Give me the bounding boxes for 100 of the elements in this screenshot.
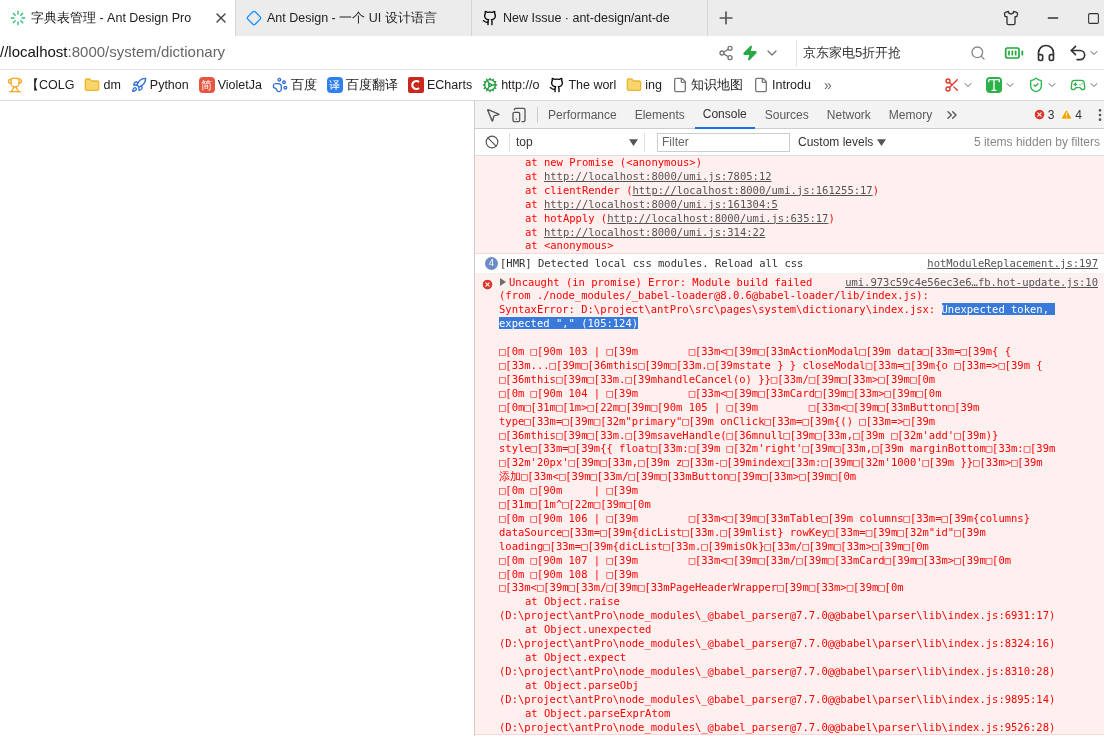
console-text: ) <box>828 211 835 224</box>
text-tool-icon[interactable] <box>986 77 1002 93</box>
undo-icon[interactable] <box>1068 42 1088 63</box>
bookmark[interactable]: Introdu <box>748 73 816 97</box>
bookmark[interactable]: 百度 <box>267 73 322 97</box>
bookmark[interactable]: 简 VioletJa <box>193 73 267 97</box>
source-link[interactable]: http://localhost:8000/umi.js:161304:5 <box>543 197 778 210</box>
devtools-tab[interactable]: Console <box>694 100 755 129</box>
console-text: □[33m...□[39m□[36mthis□[39m□[33m.□[39mstate } } closeModal□[33m=□[39m{o □[33m=>□[39m { <box>499 358 1043 371</box>
console-text: at <box>525 225 539 238</box>
bookmark[interactable]: 【COLG <box>2 73 80 97</box>
devtools-tab[interactable]: Sources <box>756 100 817 129</box>
source-link[interactable]: umi.973c59c4e56ec3e6…fb.hot-update.js:10 <box>845 275 1098 290</box>
device-toolbar-icon[interactable] <box>511 106 527 123</box>
gear-icon <box>482 77 499 93</box>
expand-triangle-icon[interactable] <box>499 278 507 287</box>
error-count[interactable]: 3 <box>1047 105 1055 124</box>
page-icon <box>672 77 688 93</box>
address-bar[interactable]: //localhost:8000/system/dictionary <box>0 41 718 64</box>
console-text: □[36mthis□[39m□[33m.□[39mhandleCancel(o) }}□[33m/□[39m□[33m>□[39m□[0m <box>499 372 936 385</box>
repeat-count: 4 <box>485 257 498 271</box>
c-logo-icon <box>408 77 424 93</box>
page-icon <box>753 77 769 93</box>
log-levels-dropdown[interactable]: Custom levels <box>798 133 887 151</box>
devtools-tab[interactable]: Performance <box>540 100 625 129</box>
console-text: (D:\project\antPro\node_modules\_@babel_parser@7.7.0@@babel\parser\lib\index.js:6931:17) <box>499 609 1056 622</box>
bookmark[interactable]: 译 百度翻译 <box>322 73 403 97</box>
folder-icon <box>84 77 101 93</box>
tab-title: 字典表管理 - Ant Design Pro <box>31 9 193 27</box>
console-text: (D:\project\antPro\node_modules\_@babel_parser@7.7.0@@babel\parser\lib\index.js:8310:28) <box>499 664 1056 677</box>
devtools-tab[interactable]: Network <box>818 100 879 129</box>
scissors-icon[interactable] <box>944 77 960 93</box>
selected-text: Unexpected token, <box>941 303 1056 316</box>
hidden-items-note: 5 items hidden by filters <box>973 134 1100 151</box>
console-text: at new Promise (<anonymous>) <box>525 156 702 168</box>
shirt-icon[interactable] <box>1003 10 1019 26</box>
rocket-icon <box>130 77 147 93</box>
bookmark[interactable]: ing <box>621 73 667 97</box>
source-link[interactable]: hotModuleReplacement.js:197 <box>927 255 1098 272</box>
console-text: dataSource□[33m=□[39m{dicList□[33m.□[39mlist} rowKey□[33m=□[39m□[32m"id"□[39m <box>499 525 986 538</box>
console-text: 添加□[33m<□[39m□[33m/□[39m□[33mButton□[39m□[33m>□[39m□[0m <box>499 470 857 483</box>
console-text: at <anonymous> <box>525 239 614 252</box>
bookmark[interactable]: The worl <box>544 73 622 97</box>
paw-icon <box>272 77 288 93</box>
source-link[interactable]: http://localhost:8000/umi.js:635:17 <box>607 211 829 224</box>
bookmark[interactable]: Python <box>125 73 194 97</box>
bookmark[interactable]: ECharts <box>403 73 478 97</box>
context-select[interactable]: top <box>509 132 645 152</box>
console-text: at <box>525 169 539 182</box>
inspect-icon[interactable] <box>485 106 501 123</box>
clear-console-icon[interactable] <box>485 135 499 149</box>
badge-icon: 简 <box>198 77 215 93</box>
error-icon <box>1032 108 1046 121</box>
console-text: style□[33m=□[39m{{ float□[33m:□[39m □[32m'right'□[39m□[33m,□[39m marginBottom□[33m:□[39m <box>499 442 1056 455</box>
github-icon <box>482 10 498 26</box>
share-icon[interactable] <box>718 44 734 61</box>
console-text: at Object.expect <box>525 651 627 663</box>
devtools-tab[interactable]: Memory <box>880 100 941 129</box>
bookmark[interactable]: http://o <box>477 73 545 97</box>
console-text: □[0m □[90m 103 | □[39m □[33m<□[39m□[33mActionModal□[39m data□[33m=□[39m{ { <box>499 345 1012 358</box>
search-field[interactable]: 京东家电5折开抢 <box>796 39 992 66</box>
source-link[interactable]: http://localhost:8000/umi.js:7805:12 <box>543 169 772 182</box>
more-bookmarks-button[interactable]: » <box>815 74 840 96</box>
filter-field[interactable]: Filter <box>657 132 790 152</box>
shield-icon[interactable] <box>1028 77 1044 93</box>
search-icon[interactable] <box>970 44 986 61</box>
error-icon <box>481 278 494 292</box>
bookmark[interactable]: 知识地图 <box>667 73 748 97</box>
headphones-icon[interactable] <box>1036 42 1056 63</box>
console-text: (from ./node_modules/_babel-loader@8.0.6@babel-loader/lib/index.js): <box>499 289 929 302</box>
console-text: at Object.raise <box>525 595 620 608</box>
console-text: at <box>525 197 539 210</box>
trophy-icon <box>7 77 23 93</box>
bookmark[interactable]: dm <box>79 73 126 97</box>
badge-icon: 译 <box>327 77 343 93</box>
source-link[interactable]: http://localhost:8000/umi.js:314:22 <box>543 225 766 238</box>
console-text: loading□[33m=□[39m{dicList□[33m.□[39misOk}□[33m/□[39m□[33m>□[39m□[0m <box>499 539 929 552</box>
console-text: [HMR] Detected local css modules. Reload all css <box>500 255 805 271</box>
dropdown-arrow-icon <box>877 138 887 146</box>
console-text: □[36mthis□[39m□[33m.□[39msaveHandle(□[36mnull□[39m□[33m,□[39m □[32m'add'□[39m)} <box>499 428 999 441</box>
console-text: SyntaxError: D:\project\antPro\src\pages\system\dictionary\index.jsx: <box>499 303 937 316</box>
console-text: at Object.parseObj <box>525 678 639 691</box>
console-text: □[31m□[1m^□[22m□[39m□[0m <box>499 498 651 511</box>
console-text: □[0m □[90m 107 | □[39m □[33m<□[39m□[33m/□[39m□[33mCard□[39m□[33m>□[39m□[0m <box>499 553 1012 566</box>
devtools-tab[interactable]: Elements <box>626 100 693 129</box>
warning-count[interactable]: 4 <box>1075 105 1082 124</box>
dropdown-arrow-icon <box>629 138 638 146</box>
console-text: Uncaught (in promise) Error: Module build failed <box>509 275 814 290</box>
console-text: □[0m □[90m 108 | □[39m <box>499 567 639 580</box>
browser-tab[interactable]: 字典表管理 - Ant Design Pro <box>0 0 236 36</box>
console-text: at hotApply ( <box>525 211 608 224</box>
gamepad-icon[interactable] <box>1070 77 1086 93</box>
warning-icon <box>1060 108 1074 121</box>
console-text: at Object.parseExprAtom <box>525 706 671 719</box>
lightning-icon[interactable] <box>742 44 758 61</box>
console-text: □[33m<□[39m□[33m/□[39m□[33mPageHeaderWrapper□[39m□[33m>□[39m□[0m <box>499 581 904 594</box>
source-link[interactable]: http://localhost:8000/umi.js:161255:17 <box>632 183 873 196</box>
console-text: (D:\project\antPro\node_modules\_@babel_parser@7.7.0@@babel\parser\lib\index.js:9526:28) <box>499 720 1056 733</box>
console-text: type□[33m=□[39m□[32m"primary"□[39m onClick□[33m=□[39m{() □[33m=>□[39m <box>499 414 936 427</box>
maximize-icon[interactable] <box>1087 11 1100 25</box>
